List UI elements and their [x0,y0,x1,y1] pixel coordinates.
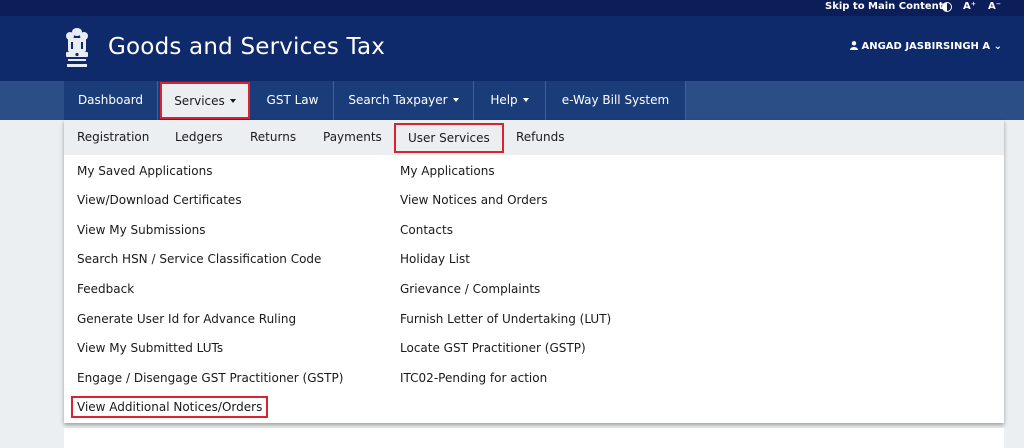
link-furnish-lut[interactable]: Furnish Letter of Undertaking (LUT) [400,312,611,326]
nav-label: Dashboard [77,93,144,107]
nav-services[interactable]: Services [160,82,250,119]
subtab-refunds[interactable]: Refunds [516,120,565,155]
subtab-payments[interactable]: Payments [323,120,382,155]
emblem-logo[interactable] [62,26,92,70]
link-generate-user-id-advance-ruling[interactable]: Generate User Id for Advance Ruling [77,312,296,326]
user-icon [850,41,859,50]
nav-label: Help [490,93,518,107]
nav-search-taxpayer[interactable]: Search Taxpayer [334,81,474,120]
skip-to-main-content-link[interactable]: Skip to Main Content [825,0,944,16]
nav-gst-law[interactable]: GST Law [252,81,334,120]
nav-label: Services [174,94,225,108]
subtab-registration[interactable]: Registration [77,120,149,155]
subtab-returns[interactable]: Returns [250,120,296,155]
nav-eway-bill-system[interactable]: e-Way Bill System [546,81,686,120]
subtab-user-services[interactable]: User Services [394,123,504,153]
font-increase-button[interactable]: A⁺ [963,0,976,16]
page-content-area [64,428,1004,448]
link-view-download-certificates[interactable]: View/Download Certificates [77,193,242,207]
site-title[interactable]: Goods and Services Tax [108,34,385,60]
link-grievance-complaints[interactable]: Grievance / Complaints [400,282,540,296]
link-view-notices-and-orders[interactable]: View Notices and Orders [400,193,547,207]
main-nav: Dashboard Services GST Law Search Taxpay… [0,81,1024,120]
caret-down-icon [522,98,529,102]
link-itc02-pending[interactable]: ITC02-Pending for action [400,371,547,385]
caret-down-icon [229,99,236,103]
services-subtabs: Registration Ledgers Returns Payments Us… [64,120,1004,155]
subtab-ledgers[interactable]: Ledgers [175,120,223,155]
link-search-hsn[interactable]: Search HSN / Service Classification Code [77,252,321,266]
utility-bar: Skip to Main Content A⁺ A⁻ [0,0,1024,16]
nav-label: e-Way Bill System [561,93,670,107]
user-name: ANGAD JASBIRSINGH A [861,41,991,52]
services-dropdown: Registration Ledgers Returns Payments Us… [64,120,1004,423]
nav-label: GST Law [266,93,319,107]
main-nav-items: Dashboard Services GST Law Search Taxpay… [64,81,686,120]
caret-down-icon [452,98,459,102]
font-decrease-button[interactable]: A⁻ [988,0,1001,16]
link-my-applications[interactable]: My Applications [400,164,495,178]
nav-label: Search Taxpayer [348,93,448,107]
link-my-saved-applications[interactable]: My Saved Applications [77,164,212,178]
nav-dashboard[interactable]: Dashboard [64,81,158,120]
site-header: Goods and Services Tax ANGAD JASBIRSINGH… [0,16,1024,81]
nav-help[interactable]: Help [474,81,546,120]
contrast-icon[interactable] [942,2,952,12]
user-menu[interactable]: ANGAD JASBIRSINGH A ⌄ [850,41,1002,52]
link-view-my-submitted-luts[interactable]: View My Submitted LUTs [77,341,223,355]
link-view-additional-notices-orders[interactable]: View Additional Notices/Orders [71,396,269,418]
link-engage-disengage-gstp[interactable]: Engage / Disengage GST Practitioner (GST… [77,371,343,385]
link-holiday-list[interactable]: Holiday List [400,252,470,266]
link-view-my-submissions[interactable]: View My Submissions [77,223,205,237]
link-contacts[interactable]: Contacts [400,223,453,237]
chevron-down-icon: ⌄ [993,41,1002,52]
link-feedback[interactable]: Feedback [77,282,134,296]
link-locate-gstp[interactable]: Locate GST Practitioner (GSTP) [400,341,586,355]
